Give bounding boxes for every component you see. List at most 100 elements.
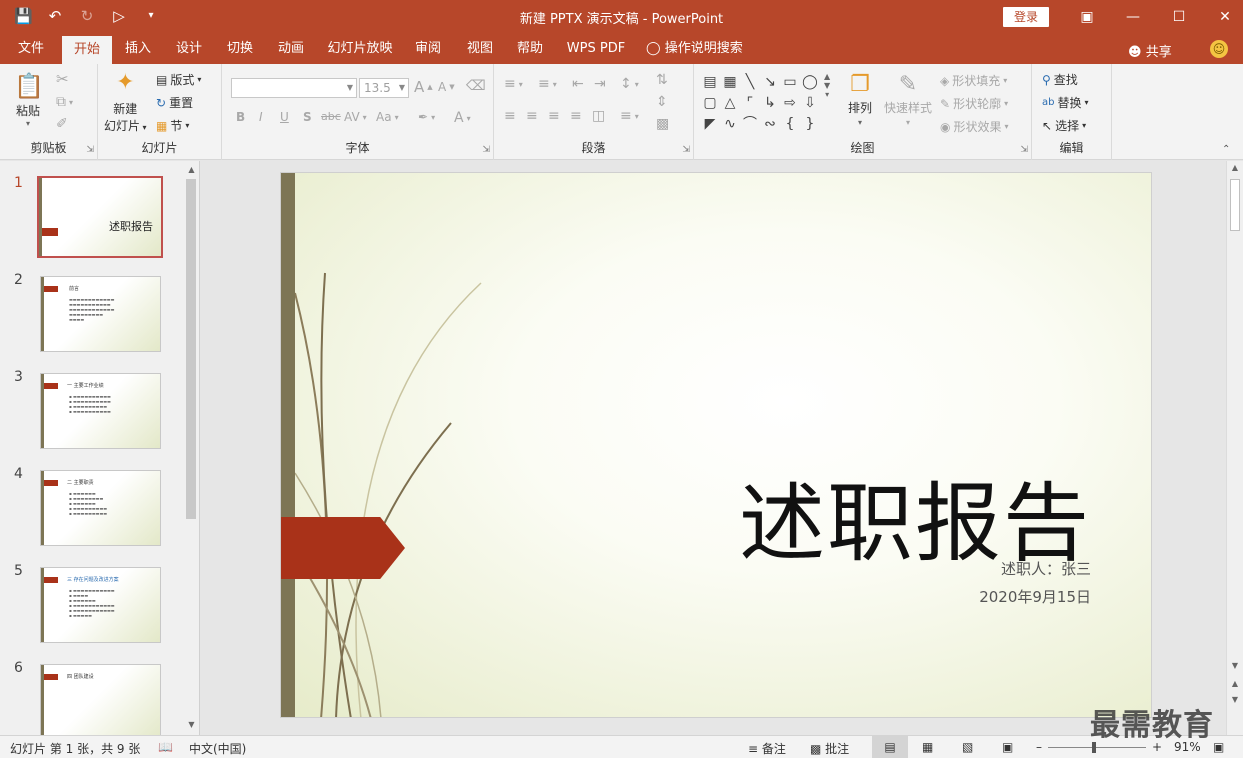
- strikethrough-button[interactable]: abc: [321, 110, 341, 123]
- text-direction-icon[interactable]: ⇅: [656, 72, 668, 88]
- shape-outline-button[interactable]: ✎ 形状轮廓 ▾: [940, 95, 1008, 112]
- columns-icon[interactable]: ◫: [592, 108, 605, 124]
- scroll-thumb[interactable]: [186, 179, 196, 519]
- scribble-shape-icon[interactable]: ∿: [720, 114, 740, 135]
- slide-scroll-up-icon[interactable]: ▲: [1227, 163, 1243, 172]
- justify-icon[interactable]: ≡: [570, 108, 582, 124]
- share-button[interactable]: ☻ 共享: [1128, 41, 1172, 60]
- fit-to-window-icon[interactable]: ▣: [1213, 740, 1224, 754]
- slide-presenter[interactable]: 述职人：张三: [1001, 558, 1091, 579]
- tab-help[interactable]: 帮助: [510, 34, 550, 64]
- slide-thumbnail-3[interactable]: 一 主要工作业绩 ▪ ▬▬▬▬▬▬▬▬▬▬ ▪ ▬▬▬▬▬▬▬▬▬▬ ▪ ▬▬▬▬▬…: [40, 373, 161, 449]
- normal-view-icon[interactable]: ▤: [872, 736, 908, 758]
- font-color-button[interactable]: A ▾: [454, 110, 471, 126]
- current-slide[interactable]: 述职报告 述职人：张三 2020年9月15日: [280, 172, 1152, 718]
- login-button[interactable]: 登录: [1003, 7, 1049, 27]
- tab-insert[interactable]: 插入: [116, 34, 160, 64]
- reading-view-icon[interactable]: ▧: [962, 740, 973, 754]
- align-left-icon[interactable]: ≡: [504, 108, 516, 124]
- left-brace-shape-icon[interactable]: {: [780, 114, 800, 135]
- slide-thumbnail-1[interactable]: 述职报告: [37, 176, 163, 258]
- down-arrow-shape-icon[interactable]: ⇩: [800, 93, 820, 114]
- freeform-shape-icon[interactable]: ◤: [700, 114, 720, 135]
- reset-button[interactable]: ↻ 重置: [156, 94, 193, 111]
- find-button[interactable]: ⚲ 查找: [1042, 71, 1078, 88]
- rounded-rect-shape-icon[interactable]: ▢: [700, 93, 720, 114]
- shrink-font-button[interactable]: A ▼: [438, 80, 455, 94]
- zoom-slider[interactable]: [1048, 747, 1146, 748]
- right-brace-shape-icon[interactable]: }: [800, 114, 820, 135]
- slide-thumbnail-4[interactable]: 二 主要职责 ▪ ▬▬▬▬▬▬ ▪ ▬▬▬▬▬▬▬▬ ▪ ▬▬▬▬▬▬ ▪ ▬▬▬▬▬…: [40, 470, 161, 546]
- arrange-button[interactable]: ❐ 排列 ▾: [848, 72, 872, 127]
- section-button[interactable]: ▦ 节 ▾: [156, 117, 189, 134]
- tab-slideshow[interactable]: 幻灯片放映: [324, 34, 396, 64]
- slide-thumbnail-2[interactable]: 前言 ▬▬▬▬▬▬▬▬▬▬▬▬ ▬▬▬▬▬▬▬▬▬▬▬ ▬▬▬▬▬▬▬▬▬▬▬▬ ▬▬…: [40, 276, 161, 352]
- highlight-button[interactable]: ✒ ▾: [418, 110, 435, 124]
- shape-fill-button[interactable]: ◈ 形状填充 ▾: [940, 72, 1007, 89]
- maximize-icon[interactable]: ☐: [1156, 0, 1202, 34]
- elbow-arrow-shape-icon[interactable]: ↳: [760, 93, 780, 114]
- paste-button[interactable]: 📋 粘贴 ▾: [14, 72, 44, 128]
- tab-home[interactable]: 开始: [62, 36, 112, 64]
- elbow-connector-shape-icon[interactable]: ⌜: [740, 93, 760, 114]
- align-center-icon[interactable]: ≡: [526, 108, 538, 124]
- slide-thumbnail-5[interactable]: 三 存在问题及改进方案 ▪ ▬▬▬▬▬▬▬▬▬▬▬ ▪ ▬▬▬▬ ▪ ▬▬▬▬▬▬ ▪…: [40, 567, 161, 643]
- comments-button[interactable]: ▩ 批注: [810, 740, 849, 757]
- align-right-icon[interactable]: ≡: [548, 108, 560, 124]
- line-shape-icon[interactable]: ╲: [740, 72, 760, 93]
- select-button[interactable]: ↖ 选择 ▾: [1042, 117, 1086, 134]
- slide-sorter-icon[interactable]: ▦: [922, 740, 933, 754]
- right-arrow-shape-icon[interactable]: ⇨: [780, 93, 800, 114]
- clipboard-launcher-icon[interactable]: ⇲: [86, 145, 94, 155]
- font-size-combo[interactable]: 13.5 ▼: [359, 78, 409, 98]
- paragraph-launcher-icon[interactable]: ⇲: [682, 145, 690, 155]
- slide-scroll-down-icon[interactable]: ▼: [1227, 661, 1243, 670]
- slide-date[interactable]: 2020年9月15日: [979, 586, 1091, 607]
- next-slide-icon[interactable]: ▼: [1227, 695, 1243, 704]
- drawing-launcher-icon[interactable]: ⇲: [1020, 145, 1028, 155]
- decrease-indent-icon[interactable]: ⇤: [572, 76, 584, 92]
- tab-wps-pdf[interactable]: WPS PDF: [562, 34, 630, 64]
- align-text-icon[interactable]: ⇕: [656, 94, 668, 110]
- layout-button[interactable]: ▤ 版式 ▾: [156, 71, 201, 88]
- language-indicator[interactable]: 中文(中国): [189, 740, 246, 757]
- ribbon-display-icon[interactable]: ▣: [1064, 0, 1110, 34]
- smartart-icon[interactable]: ▩: [656, 116, 669, 132]
- char-spacing-button[interactable]: AV ▾: [344, 110, 367, 124]
- line-spacing-button[interactable]: ↕ ▾: [620, 76, 639, 92]
- slideshow-view-icon[interactable]: ▣: [1002, 740, 1013, 754]
- cut-button[interactable]: ✂: [56, 70, 69, 88]
- thumbnails-scrollbar[interactable]: ▲ ▼: [183, 161, 199, 735]
- scroll-up-icon[interactable]: ▲: [183, 163, 199, 177]
- scroll-down-icon[interactable]: ▼: [183, 718, 199, 732]
- numbering-button[interactable]: ≡ ▾: [538, 76, 557, 92]
- curve-shape-icon[interactable]: ∾: [760, 114, 780, 135]
- rectangle-shape-icon[interactable]: ▭: [780, 72, 800, 93]
- tab-animations[interactable]: 动画: [269, 34, 313, 64]
- arrow-line-shape-icon[interactable]: ↘: [760, 72, 780, 93]
- tab-design[interactable]: 设计: [167, 34, 211, 64]
- shapes-gallery[interactable]: ▤ ▦ ╲ ↘ ▭ ◯ ▢ △ ⌜ ↳ ⇨ ⇩ ◤ ∿ ⌒ ∾ { }: [700, 72, 824, 136]
- vertical-textbox-shape-icon[interactable]: ▦: [720, 72, 740, 93]
- zoom-out-icon[interactable]: –: [1036, 740, 1042, 754]
- increase-indent-icon[interactable]: ⇥: [594, 76, 606, 92]
- tab-review[interactable]: 审阅: [408, 34, 448, 64]
- grow-font-button[interactable]: A ▲: [414, 78, 433, 96]
- change-case-button[interactable]: Aa ▾: [376, 110, 399, 124]
- tab-file[interactable]: 文件: [8, 34, 54, 64]
- arc-shape-icon[interactable]: ⌒: [740, 114, 760, 135]
- minimize-icon[interactable]: —: [1110, 0, 1156, 34]
- shape-gallery-scroll[interactable]: ▲ ▼ ▾: [824, 72, 830, 99]
- shadow-button[interactable]: S: [303, 110, 312, 124]
- replace-button[interactable]: ab 替换 ▾: [1042, 94, 1089, 111]
- oval-shape-icon[interactable]: ◯: [800, 72, 820, 93]
- shape-effects-button[interactable]: ◉ 形状效果 ▾: [940, 118, 1009, 135]
- spell-check-icon[interactable]: 📖: [158, 740, 173, 754]
- textbox-shape-icon[interactable]: ▤: [700, 72, 720, 93]
- new-slide-button[interactable]: ✦ 新建 幻灯片 ▾: [104, 70, 147, 134]
- slide-scroll-thumb[interactable]: [1230, 179, 1240, 231]
- align-menu-button[interactable]: ≡ ▾: [620, 108, 639, 124]
- font-launcher-icon[interactable]: ⇲: [482, 145, 490, 155]
- tab-view[interactable]: 视图: [460, 34, 500, 64]
- format-painter-button[interactable]: ✐: [56, 116, 68, 132]
